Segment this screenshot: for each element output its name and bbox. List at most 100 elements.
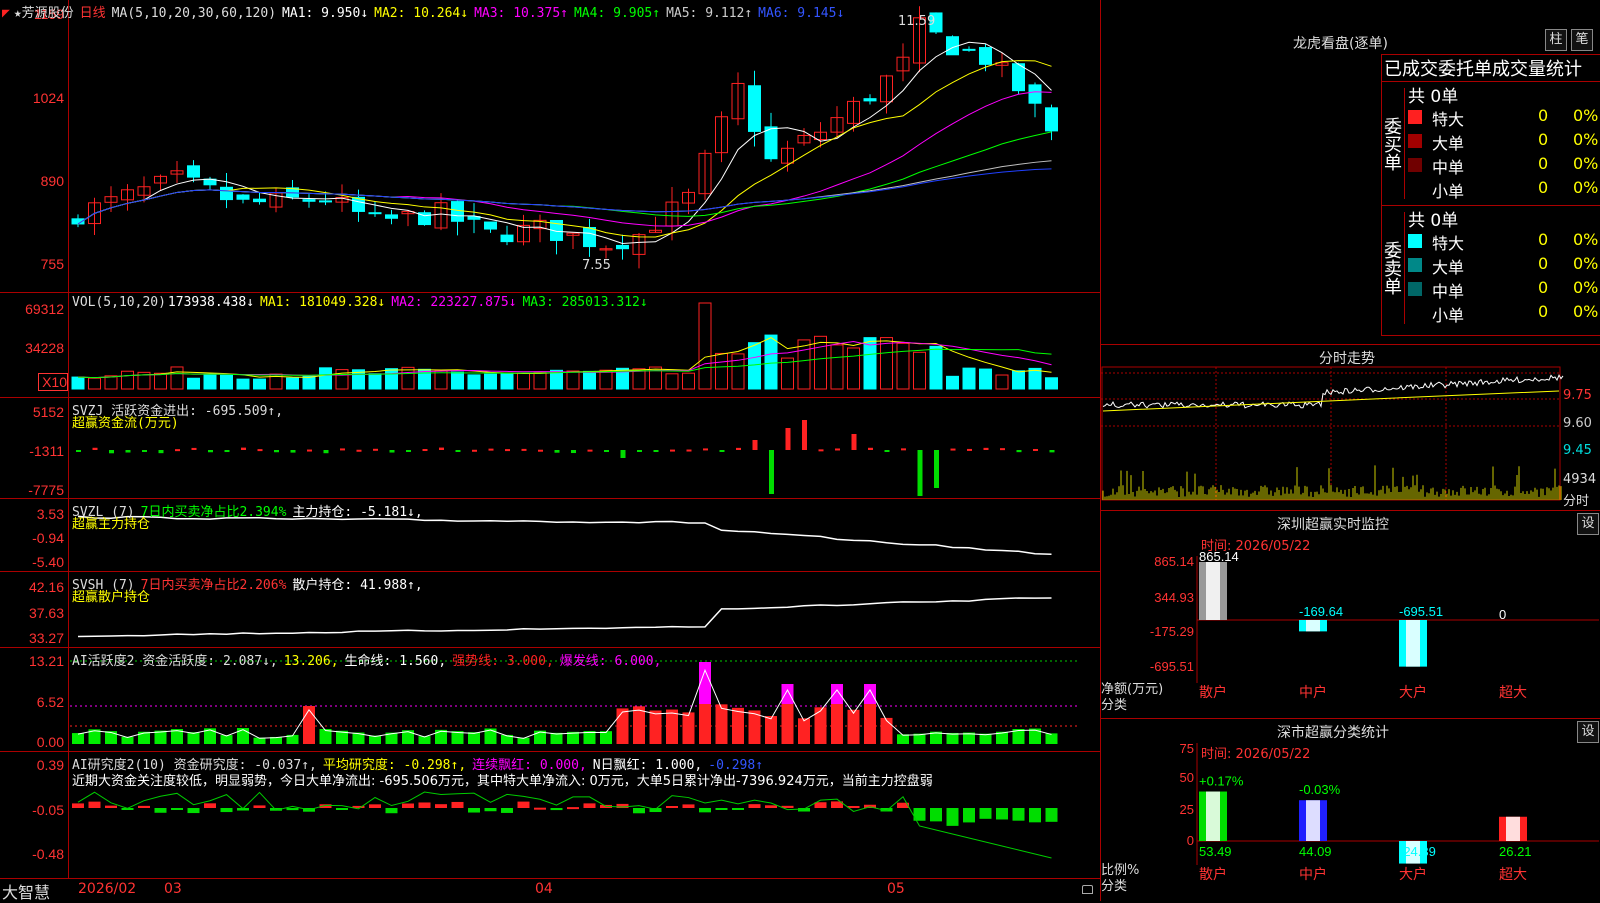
flow-bar [719,450,725,452]
ma5-value: MA5: 9.112↑ [666,6,753,21]
flow-bar [422,449,428,452]
flow-bar [917,450,923,496]
activity-bar [1045,733,1058,744]
research-bar [1012,808,1025,821]
activity-bar [468,732,480,744]
research-line [77,791,1052,859]
research-bar [682,804,695,808]
svzl-panel[interactable]: 3.53 -0.94 -5.40 SVZL (7) 7日内买卖净占比2.394% 主… [0,499,1100,572]
order-color-swatch [1408,306,1422,320]
ma1-value: MA1: 9.950↓ [282,6,369,21]
volume-bar [187,377,200,390]
dragon-sell-block: 委卖单 共 0单 特大 0 0% 大单 0 0% 中单 0 0% 小单 0 0% [1381,205,1600,330]
volume-panel[interactable]: 69312 34228 X10 VOL(5,10,20) 173938.438↓ M… [0,293,1100,398]
activity-bar [946,732,959,744]
volume-bar [451,371,464,390]
ai-activity-panel[interactable]: 13.21 6.52 0.00 AI活跃度2 资金活跃度: 2.087↓, 13.… [0,648,1100,752]
research-bar [748,804,761,808]
research-bar [699,808,711,813]
price-panel[interactable]: 1159 1024 890 755 ◤ ★芳源股份 日线 MA(5,10,20,30,… [0,0,1100,293]
flow-bar [224,450,230,453]
intraday-unit: 分时 [1563,494,1590,509]
flow-bar [406,450,411,452]
volume-bar [946,375,959,390]
candle-body [253,198,266,203]
ma4-value: MA4: 9.905↑ [573,6,661,21]
research-bar [534,807,546,810]
order-type: 中单 [1432,158,1465,177]
axis-tick: 865.14 [1154,554,1194,569]
corner-mark: ◤ [2,6,10,21]
activity-bar [550,732,563,744]
intraday-panel[interactable]: 分时走势 9.75 9.60 9.45 4934 分时 [1100,344,1600,511]
candlestick-chart[interactable] [0,0,1100,292]
volume-bar [814,335,827,390]
intraday-chart[interactable] [1101,345,1600,511]
activity-bar [649,710,662,744]
flow-bar [76,450,81,452]
activity-bar [138,731,150,744]
ai3-note: 近期大资金关注度较低，明显弱势，今日大单净流出: -695.506万元，其中特大… [72,774,933,789]
bar-value: -695.51 [1399,604,1443,619]
order-type: 小单 [1432,306,1465,325]
order-row: 小单 0 0% [1408,178,1600,201]
bar-value: 26.21 [1499,844,1532,859]
monitor-chart: 865.14 344.93 -175.29 -695.51 865.14 散户 -169.6… [1150,549,1599,701]
axis-tick: -175.29 [1150,624,1194,639]
bar-value: 0 [1499,607,1506,622]
research-bar [253,805,266,808]
research-bar [105,805,117,808]
research-bar [930,808,942,822]
flow-bar [175,449,180,452]
flow-bar [851,434,857,450]
flow-bar [752,440,758,450]
period-label[interactable]: 日线 [80,6,106,21]
category-label: 大户 [1399,866,1427,883]
order-color-swatch [1408,258,1422,272]
candle-body [385,214,398,219]
ma6-value: MA6: 9.145↓ [758,6,845,21]
candle-body [748,85,761,132]
flow-bar [653,450,659,452]
volume-bar [484,373,497,390]
flow-bar [158,450,164,454]
order-color-swatch [1408,182,1422,196]
price-header: ◤ ★芳源股份 日线 MA(5,10,20,30,60,120) MA1: 9.950↓… [2,2,850,21]
lock-icon[interactable] [1082,885,1093,894]
flow-bar [191,447,197,450]
svsh-sub: 超赢散户持仓 [72,590,151,605]
order-percent: 0% [1573,130,1599,149]
activity-bar [666,709,678,744]
svzj-panel[interactable]: 5152 -1311 -7775 SVZJ 活跃资金进出: -695.509↑,… [0,398,1100,499]
flow-bar [785,428,791,450]
volume-bar [764,334,778,390]
volume-bar [71,376,85,390]
stock-title[interactable]: ★芳源股份 [14,6,74,21]
research-bar [996,808,1008,820]
bar-highlight [1506,816,1520,841]
axis-tick: 0 [1187,833,1194,848]
monitor-panel: 深圳超赢实时监控 设 时间: 2026/05/22 865.14 344.93 -1… [1100,510,1600,719]
ai-research-panel[interactable]: 0.39 -0.05 -0.48 AI研究度2(10) 资金研究度: -0.03… [0,752,1100,878]
research-bar [369,804,381,808]
research-bar [418,802,431,808]
volume-bar [121,370,134,390]
activity-bar [187,732,200,744]
buy-side-label: 委买单 [1381,88,1405,199]
category-label: 散户 [1199,684,1227,701]
axis-tick: 75 [1180,741,1194,756]
volume-bar [236,378,250,390]
research-bar [847,805,860,808]
ma-line-4 [77,131,1052,225]
flow-bar [356,449,362,452]
intraday-vol: 4934 [1563,472,1597,487]
flow-bar [373,448,378,451]
research-bar [468,808,480,813]
research-bar [72,803,84,808]
flow-bar [587,449,593,452]
svsh-panel[interactable]: 42.16 37.63 33.27 SVSH (7) 7日内买卖净占比2.206%… [0,572,1100,648]
bar-mode-button[interactable]: 柱 [1545,29,1567,51]
vol-ma3: MA3: 285013.312↓ [522,295,648,310]
tick-mode-button[interactable]: 笔 [1571,29,1593,51]
candle-body [1028,84,1042,104]
